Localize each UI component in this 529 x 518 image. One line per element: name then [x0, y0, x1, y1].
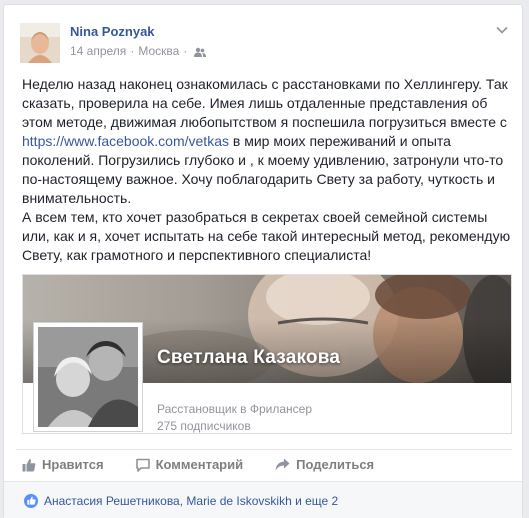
page-attachment[interactable]: Светлана Казакова Расстановщик в Фриланс… [22, 274, 512, 434]
chevron-down-icon[interactable] [496, 21, 508, 34]
likers-list[interactable]: Анастасия Решетникова, Marie de Iskovski… [44, 494, 338, 508]
post-location[interactable]: Москва [138, 44, 179, 58]
page-category: Расстановщик в Фрилансер [157, 402, 313, 416]
meta-separator: · [130, 44, 135, 58]
like-label: Нравится [42, 457, 104, 472]
meta-separator: · [183, 44, 188, 58]
like-button[interactable]: Нравится [22, 457, 104, 472]
page-name[interactable]: Светлана Казакова [157, 347, 340, 369]
mention-link[interactable]: https://www.facebook.com/vetkas [22, 133, 229, 149]
author-name[interactable]: Nina Poznyak [70, 24, 155, 39]
post-paragraph-2: А всем тем, кто хочет разобраться в секр… [22, 209, 511, 263]
comment-label: Комментарий [155, 457, 244, 472]
post-date[interactable]: 14 апреля [70, 44, 126, 58]
page-profile-picture[interactable] [33, 322, 143, 432]
thumbs-up-icon [22, 458, 36, 471]
text-before-link: Неделю назад наконец ознакомилась с расс… [22, 76, 508, 130]
post-paragraph-1: Неделю назад наконец ознакомилась с расс… [22, 75, 514, 208]
like-badge-icon [24, 493, 38, 508]
post-text: Неделю назад наконец ознакомилась с расс… [22, 75, 514, 265]
comment-button[interactable]: Комментарий [135, 457, 244, 472]
share-label: Поделиться [296, 457, 375, 472]
share-icon [275, 458, 290, 471]
post-card: Nina Poznyak 14 апреля · Москва · Неделю… [3, 4, 523, 518]
page-subscribers: 275 подписчиков [157, 419, 251, 433]
comment-icon [135, 458, 150, 472]
share-button[interactable]: Поделиться [275, 457, 374, 472]
post-actions: Нравится Комментарий Поделиться [16, 449, 512, 479]
friends-icon[interactable] [194, 46, 207, 57]
post-meta: 14 апреля · Москва · [70, 44, 207, 58]
likes-summary: Анастасия Решетникова, Marie de Iskovski… [4, 481, 522, 518]
post-header: Nina Poznyak 14 апреля · Москва · [4, 5, 522, 69]
author-avatar[interactable] [20, 23, 60, 63]
